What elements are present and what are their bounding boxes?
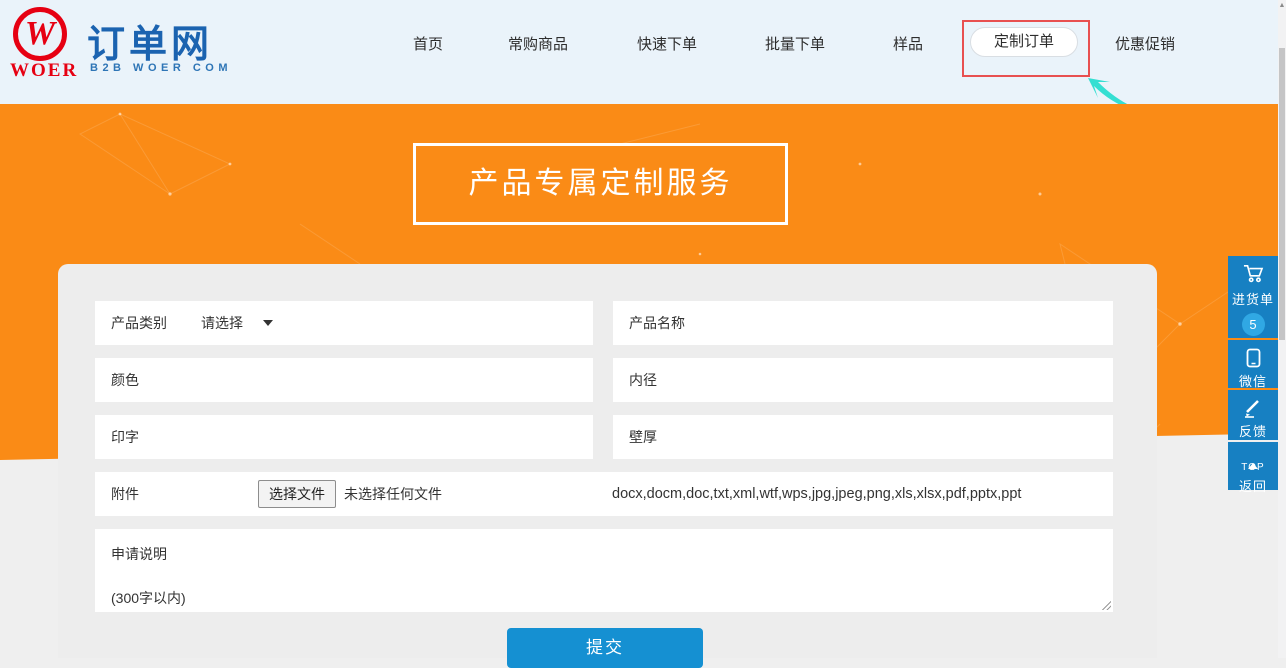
nav-item-frequent-goods[interactable]: 常购商品 — [508, 33, 568, 54]
printing-field[interactable]: 印字 — [95, 415, 593, 459]
product-category-select[interactable]: 请选择 — [201, 313, 243, 333]
feedback-label: 反馈 — [1228, 421, 1278, 440]
floating-side-toolbar: 进货单 5 微信 反馈 TOP 返回 — [1228, 256, 1278, 492]
attachment-row: 附件 选择文件 未选择任何文件 docx,docm,doc,txt,xml,wt… — [95, 472, 1113, 516]
wechat-button[interactable]: 微信 — [1228, 340, 1278, 388]
color-field[interactable]: 颜色 — [95, 358, 593, 402]
nav-item-promotions[interactable]: 优惠促销 — [1115, 33, 1175, 54]
choose-file-button[interactable]: 选择文件 — [258, 480, 336, 508]
attachment-label: 附件 — [111, 484, 258, 504]
nav-item-samples[interactable]: 样品 — [893, 33, 923, 54]
product-name-field[interactable]: 产品名称 — [613, 301, 1113, 345]
wall-thickness-label: 壁厚 — [629, 427, 657, 447]
wall-thickness-field[interactable]: 壁厚 — [613, 415, 1113, 459]
inner-diameter-field[interactable]: 内径 — [613, 358, 1113, 402]
cart-count-badge: 5 — [1242, 313, 1265, 336]
submit-button[interactable]: 提交 — [507, 628, 703, 668]
woer-logo-icon[interactable]: W — [13, 7, 67, 61]
feedback-button[interactable]: 反馈 — [1228, 390, 1278, 440]
hero-title: 产品专属定制服务 — [413, 143, 788, 225]
product-name-label: 产品名称 — [629, 313, 685, 333]
scrollbar-track[interactable]: ▲ — [1278, 0, 1286, 658]
cart-label: 进货单 — [1228, 289, 1278, 308]
nav-item-bulk-order[interactable]: 批量下单 — [765, 33, 825, 54]
back-label: 返回 — [1228, 476, 1278, 495]
color-label: 颜色 — [111, 370, 139, 390]
scrollbar-thumb[interactable] — [1279, 48, 1285, 340]
file-status-text: 未选择任何文件 — [344, 484, 442, 504]
inner-diameter-label: 内径 — [629, 370, 657, 390]
wechat-label: 微信 — [1228, 371, 1278, 390]
printing-label: 印字 — [111, 427, 139, 447]
product-category-field[interactable]: 产品类别 请选择 — [95, 301, 593, 345]
phone-icon — [1246, 348, 1261, 368]
site-subtitle: B2B WOER COM — [90, 62, 232, 74]
cart-button[interactable]: 进货单 5 — [1228, 256, 1278, 338]
scrollbar-up-arrow[interactable]: ▲ — [1278, 2, 1286, 9]
woer-brand-text: WOER — [10, 60, 72, 82]
top-word: TOP — [1228, 463, 1278, 473]
nav-item-home[interactable]: 首页 — [413, 33, 443, 54]
product-category-label: 产品类别 — [111, 313, 167, 333]
dropdown-caret-icon[interactable] — [263, 320, 273, 326]
textarea-resize-handle-icon[interactable] — [1100, 599, 1111, 610]
description-textarea[interactable]: 申请说明 (300字以内) — [95, 529, 1113, 612]
pencil-icon — [1243, 398, 1263, 418]
top-header: W WOER 订单网 B2B WOER COM 首页 常购商品 快速下单 批量下… — [0, 0, 1286, 104]
cart-icon — [1242, 264, 1264, 283]
site-name[interactable]: 订单网 — [87, 13, 213, 68]
nav-item-quick-order[interactable]: 快速下单 — [637, 33, 697, 54]
red-highlight-box — [962, 20, 1090, 77]
back-to-top-button[interactable]: TOP 返回 — [1228, 442, 1278, 490]
allowed-file-types: docx,docm,doc,txt,xml,wtf,wps,jpg,jpeg,p… — [612, 486, 1021, 502]
